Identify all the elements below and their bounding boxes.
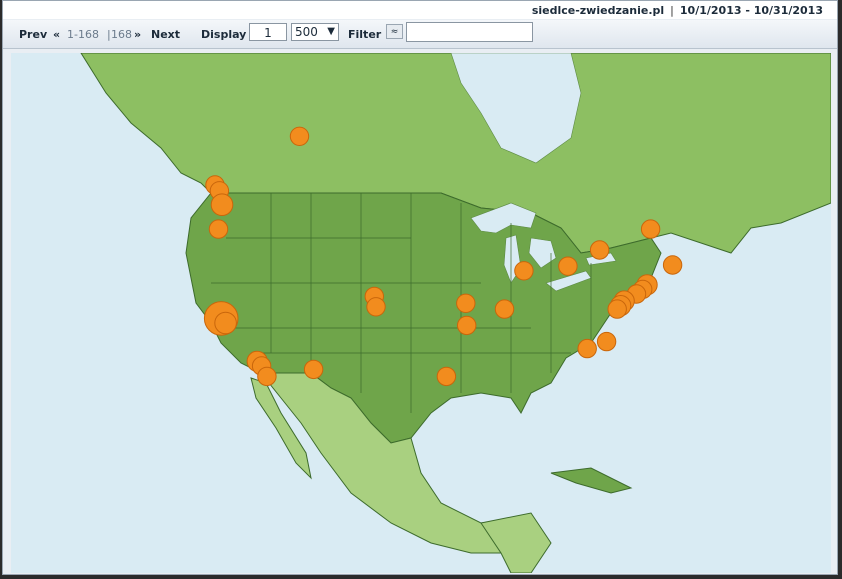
report-window: siedlce-zwiedzanie.pl | 10/1/2013 - 10/31/… [2, 0, 838, 575]
visitor-location-marker[interactable] [577, 338, 597, 359]
date-range: 10/1/2013 - 10/31/2013 [679, 4, 823, 17]
first-page-icon[interactable]: « [53, 28, 60, 41]
visitor-location-marker[interactable] [589, 240, 610, 260]
title-separator: | [670, 4, 674, 17]
filter-input[interactable] [406, 22, 533, 42]
visitor-location-marker[interactable] [214, 311, 237, 335]
filter-mode-button[interactable]: ≈ [386, 24, 403, 39]
prev-link[interactable]: Prev [19, 28, 47, 41]
visitor-location-marker[interactable] [607, 299, 627, 319]
visitor-location-marker[interactable] [662, 255, 683, 275]
visitor-location-marker[interactable] [457, 315, 477, 336]
visitor-location-marker[interactable] [210, 193, 234, 216]
pagination-toolbar: Prev « 1-168 | 168 » Next Display 1 500 … [3, 20, 837, 49]
visitor-location-marker[interactable] [289, 126, 310, 147]
visitor-location-marker[interactable] [640, 219, 661, 239]
visitor-location-marker[interactable] [494, 299, 515, 319]
next-link[interactable]: Next [151, 28, 180, 41]
map-container[interactable] [11, 53, 831, 573]
rows-per-page-select[interactable]: 500 ▼ [291, 23, 339, 41]
visitor-location-marker[interactable] [514, 261, 534, 281]
north-america-map[interactable] [11, 53, 831, 573]
visitor-location-marker[interactable] [456, 293, 476, 314]
report-title: siedlce-zwiedzanie.pl | 10/1/2013 - 10/31/… [532, 4, 823, 17]
display-label: Display [201, 28, 247, 41]
visitor-location-marker[interactable] [303, 359, 324, 380]
page-number-input[interactable]: 1 [249, 23, 287, 41]
visitor-location-marker[interactable] [596, 331, 617, 352]
last-page-icon[interactable]: » [134, 28, 141, 41]
visitor-location-marker[interactable] [208, 219, 229, 239]
visitor-location-marker[interactable] [257, 366, 277, 387]
visitor-location-marker[interactable] [558, 256, 578, 276]
site-name: siedlce-zwiedzanie.pl [531, 4, 665, 17]
visitor-location-marker[interactable] [436, 366, 457, 387]
current-range: 1-168 [67, 28, 99, 41]
visitor-location-marker[interactable] [366, 297, 386, 317]
total-count: 168 [111, 28, 132, 41]
chevron-down-icon: ▼ [327, 26, 335, 37]
rows-per-page-value: 500 [295, 25, 318, 39]
title-bar: siedlce-zwiedzanie.pl | 10/1/2013 - 10/31/… [3, 1, 837, 19]
filter-label: Filter [348, 28, 382, 41]
